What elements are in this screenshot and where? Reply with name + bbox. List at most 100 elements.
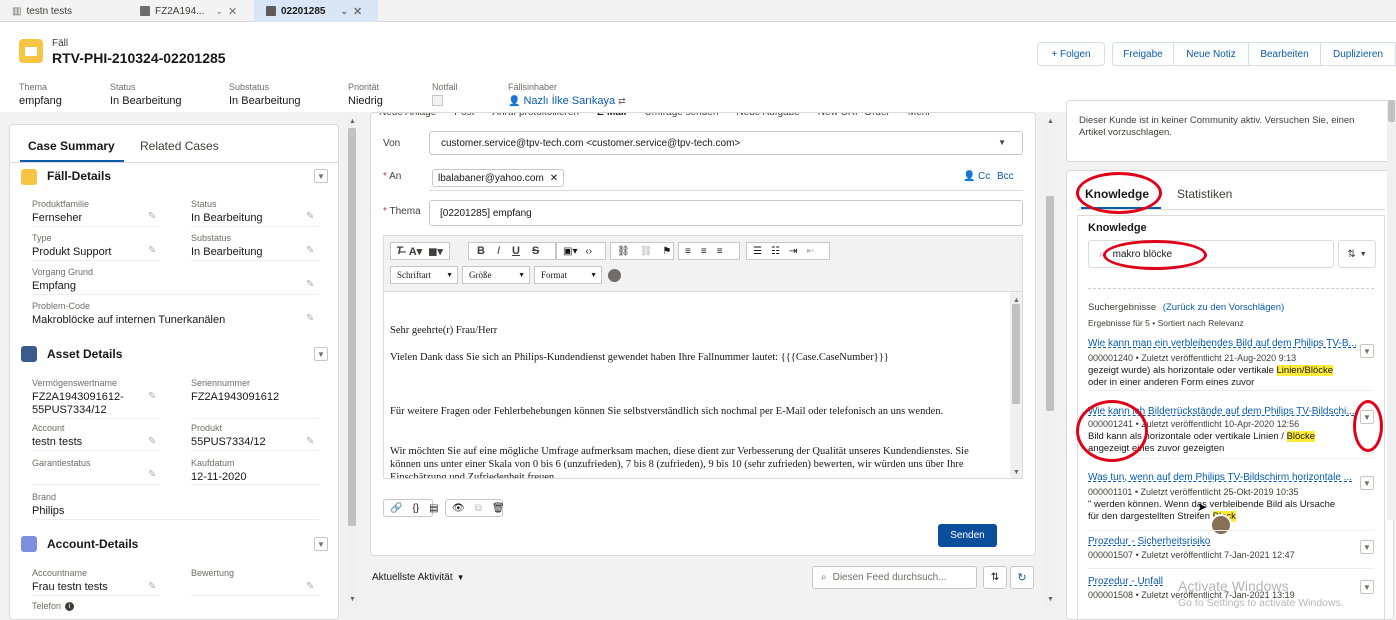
outdent-icon[interactable]: ⇤ [806, 246, 814, 257]
back-to-suggestions-link[interactable]: (Zurück zu den Vorschlägen) [1163, 302, 1284, 313]
tab-new-crp-order[interactable]: New CRP Order [818, 113, 890, 121]
new-note-button[interactable]: Neue Notiz [1173, 42, 1249, 66]
preview-icon[interactable]: 👁 [452, 503, 465, 514]
scroll-thumb[interactable] [1046, 196, 1054, 411]
scroll-down-arrow[interactable]: ▼ [349, 596, 356, 603]
to-input[interactable]: lbalabaner@yahoo.com ✕ 👤 Cc Bcc [429, 165, 1023, 191]
align-left-icon[interactable]: ≡ [685, 246, 691, 257]
strikethrough-icon[interactable]: S [532, 245, 539, 257]
edit-pencil-icon[interactable]: ✎ [148, 245, 156, 256]
account-link[interactable]: testn tests [32, 436, 82, 448]
edit-pencil-icon[interactable]: ✎ [148, 391, 156, 402]
feed-refresh-button[interactable]: ↻ [1010, 566, 1034, 589]
code-icon[interactable]: ‹› [585, 246, 592, 257]
result-title-link[interactable]: Prozedur - Unfall [1088, 576, 1163, 587]
tab-email[interactable]: E-Mail [597, 113, 626, 121]
clear-format-icon[interactable]: T̶ [396, 245, 403, 257]
info-icon[interactable]: i [65, 601, 75, 611]
product-link[interactable]: 55PUS7334/12 [191, 436, 266, 448]
scroll-thumb[interactable] [1012, 304, 1020, 404]
image-icon[interactable]: ▣▾ [563, 246, 577, 257]
chevron-down-icon[interactable]: ⌄ [215, 6, 223, 17]
workspace-tab-case[interactable]: 02201285 ⌄ ✕ [254, 0, 378, 22]
popout-icon[interactable]: ⧉ [475, 503, 482, 514]
edit-pencil-icon[interactable]: ✎ [148, 581, 156, 592]
edit-pencil-icon[interactable]: ✎ [306, 436, 314, 447]
flag-icon[interactable]: ⚑ [662, 246, 671, 257]
send-button[interactable]: Senden [938, 524, 997, 547]
numbered-list-icon[interactable]: ☷ [771, 246, 780, 257]
center-scrollbar[interactable]: ▲ ▼ [1044, 116, 1056, 606]
bullet-list-icon[interactable]: ☰ [753, 246, 762, 257]
result-title-link[interactable]: Was tun, wenn auf dem Philips TV-Bildsch… [1088, 472, 1358, 483]
merge-field-icon[interactable]: {} [412, 503, 419, 514]
indent-icon[interactable]: ⇥ [789, 246, 797, 257]
left-scrollbar[interactable]: ▲ ▼ [346, 116, 358, 606]
font-color-icon[interactable]: A▾ [409, 245, 422, 258]
bold-icon[interactable]: B [477, 245, 485, 257]
scroll-thumb[interactable] [1388, 100, 1395, 122]
attachment-icon[interactable]: 🔗 [390, 503, 402, 514]
delete-icon[interactable]: 🗑 [492, 503, 505, 514]
background-color-icon[interactable]: ◼▾ [428, 245, 443, 258]
tab-more[interactable]: Mehr [908, 113, 931, 121]
tab-send-survey[interactable]: Umfrage senden [644, 113, 718, 121]
scroll-up-arrow[interactable]: ▲ [349, 118, 356, 125]
email-body-editor[interactable]: Sehr geehrte(r) Frau/Herr Vielen Dank da… [383, 291, 1023, 479]
emergency-checkbox[interactable] [432, 95, 443, 106]
edit-pencil-icon[interactable]: ✎ [306, 245, 314, 256]
result-menu-button[interactable]: ▼ [1360, 476, 1374, 490]
from-select[interactable]: customer.service@tpv-tech.com <customer.… [429, 131, 1023, 155]
underline-icon[interactable]: U [512, 245, 520, 257]
sort-button[interactable]: ⇅ ▼ [1338, 240, 1376, 268]
tab-statistics[interactable]: Statistiken [1177, 187, 1232, 201]
scroll-down-arrow[interactable]: ▼ [1013, 466, 1020, 478]
edit-pencil-icon[interactable]: ✎ [306, 313, 314, 324]
owner-link[interactable]: Nazlı İlke Sarıkaya [523, 95, 615, 107]
italic-icon[interactable]: I [497, 245, 500, 257]
edit-pencil-icon[interactable]: ✎ [306, 581, 314, 592]
subject-input[interactable]: [02201285] empfang [429, 200, 1023, 226]
activity-filter[interactable]: Aktuellste Aktivität ▼ [372, 572, 465, 583]
section-menu-button[interactable]: ▼ [314, 347, 328, 361]
avatar[interactable] [1210, 514, 1232, 536]
edit-pencil-icon[interactable]: ✎ [148, 211, 156, 222]
edit-pencil-icon[interactable]: ✎ [148, 469, 156, 480]
change-owner-icon[interactable]: ⇄ [618, 96, 626, 107]
tab-new-task[interactable]: Neue Aufgabe [736, 113, 799, 121]
emoji-icon[interactable] [608, 269, 621, 282]
tab-log-call[interactable]: Anruf protokollieren [492, 113, 579, 121]
tab-case-summary[interactable]: Case Summary [28, 139, 115, 153]
workspace-tab-asset[interactable]: FZ2A194... ⌄ ✕ [128, 0, 254, 22]
edit-pencil-icon[interactable]: ✎ [306, 279, 314, 290]
result-menu-button[interactable]: ▼ [1360, 580, 1374, 594]
release-button[interactable]: Freigabe [1112, 42, 1174, 66]
bcc-link[interactable]: Bcc [997, 171, 1014, 182]
font-size-select[interactable]: Größe ▼ [462, 266, 530, 284]
body-scrollbar[interactable]: ▲ ▼ [1010, 292, 1022, 478]
font-family-select[interactable]: Schriftart ▼ [390, 266, 458, 284]
unlink-icon[interactable]: ⛓ [640, 246, 653, 257]
right-scrollbar[interactable] [1387, 100, 1396, 520]
edit-pencil-icon[interactable]: ✎ [306, 211, 314, 222]
edit-pencil-icon[interactable]: ✎ [148, 436, 156, 447]
align-center-icon[interactable]: ≡ [701, 246, 707, 257]
feed-filter-button[interactable]: ⇅ [983, 566, 1007, 589]
tab-post[interactable]: Post [454, 113, 474, 121]
result-title-link[interactable]: Prozedur - Sicherheitsrisiko [1088, 536, 1210, 547]
section-menu-button[interactable]: ▼ [314, 169, 328, 183]
format-select[interactable]: Format ▼ [534, 266, 602, 284]
scroll-up-arrow[interactable]: ▲ [1047, 118, 1054, 125]
align-right-icon[interactable]: ≡ [717, 246, 723, 257]
tab-related-cases[interactable]: Related Cases [140, 139, 219, 153]
close-icon[interactable]: ✕ [228, 5, 237, 18]
tab-new-attachment[interactable]: Neue Anlage [379, 113, 436, 121]
feed-search-input[interactable]: ⌕ Diesen Feed durchsuch... [812, 566, 977, 589]
section-menu-button[interactable]: ▼ [314, 537, 328, 551]
scroll-thumb[interactable] [348, 128, 356, 526]
edit-button[interactable]: Bearbeiten [1248, 42, 1321, 66]
workspace-tab-account[interactable]: ▥ testn tests [0, 0, 128, 22]
remove-recipient-icon[interactable]: ✕ [550, 173, 558, 184]
duplicate-button[interactable]: Duplizieren [1320, 42, 1396, 66]
result-title-link[interactable]: Wie kann man ein verbleibendes Bild auf … [1088, 338, 1358, 349]
